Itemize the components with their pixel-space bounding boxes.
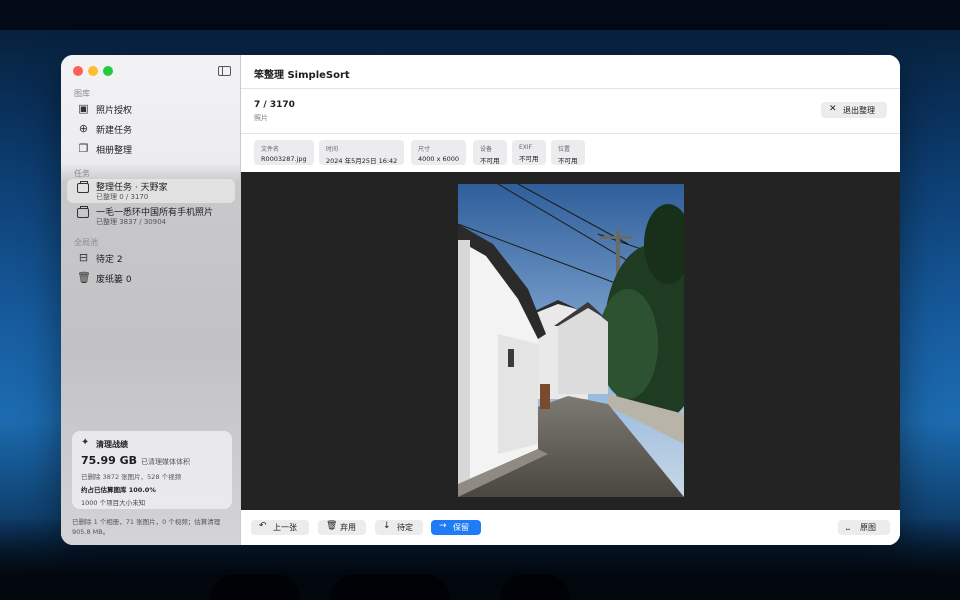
spacebar-icon: ⎵ (846, 521, 850, 531)
photo-counter-label: 照片 (254, 114, 268, 122)
meta-chip-location: 位置 不可用 (551, 140, 585, 165)
task-box-icon (77, 206, 89, 218)
sidebar-toggle-icon[interactable] (218, 66, 231, 76)
sidebar-item-label: 废纸篓 0 (96, 275, 132, 285)
keep-label: 保留 (453, 523, 469, 532)
cleanup-stats-card: ✦ 清理战绩 75.99 GB 已清理媒体体积 已删除 3872 张图片、528… (72, 431, 232, 509)
stats-amount: 75.99 GB (81, 454, 138, 467)
sidebar-item-label: 新建任务 (96, 126, 133, 136)
down-arrow-icon: ↓ (383, 521, 391, 531)
stats-unknown: 1000 个项目大小未知 (81, 499, 146, 507)
pending-label: 待定 (397, 523, 413, 532)
previous-button[interactable]: ↶ 上一张 (251, 520, 309, 535)
meta-chip-time: 时间 2024 年5月25日 16:42 (319, 140, 405, 165)
keep-button[interactable]: → 保留 (431, 520, 481, 535)
sidebar-item-trash[interactable]: 🗑 废纸篓 0 (67, 268, 235, 287)
exit-sort-label: 退出整理 (843, 106, 875, 115)
silhouette (330, 574, 450, 600)
sidebar-item-new-task[interactable]: ⊕ 新建任务 (67, 119, 235, 138)
sidebar-item-label: 相册整理 (96, 146, 133, 156)
meta-value: 4000 x 6000 (418, 155, 460, 163)
albums-icon: ❐ (78, 142, 89, 155)
right-arrow-icon: → (439, 521, 447, 531)
task-progress: 已整理 0 / 3170 (96, 193, 149, 201)
divider (241, 88, 900, 89)
stats-deleted: 已删除 3872 张图片、528 个视频 (81, 473, 182, 481)
photo-stack-icon: ▣ (78, 102, 89, 115)
sidebar-item-label: 待定 2 (96, 255, 123, 265)
meta-key: 设备 (480, 146, 493, 153)
section-label-tasks: 任务 (74, 169, 90, 178)
discard-label: 弃用 (340, 523, 356, 532)
sidebar-item-label: 照片授权 (96, 106, 133, 116)
task-progress: 已整理 3837 / 30904 (96, 218, 167, 226)
discard-button[interactable]: 🗑 弃用 (318, 520, 366, 535)
close-window-button[interactable] (73, 66, 83, 76)
meta-chip-exif: EXIF 不可用 (512, 140, 546, 165)
stats-title: 清理战绩 (96, 440, 128, 449)
meta-value: 不可用 (558, 157, 578, 165)
trash-icon: 🗑 (77, 271, 91, 284)
sidebar-item-photo-access[interactable]: ▣ 照片授权 (67, 99, 235, 118)
meta-value: 不可用 (480, 157, 500, 165)
section-label-library: 图库 (74, 89, 90, 98)
stats-share: 约占已估算图库 100.0% (81, 486, 156, 494)
pending-button[interactable]: ↓ 待定 (375, 520, 423, 535)
plus-circle-icon: ⊕ (78, 122, 89, 135)
exit-sort-button[interactable]: ✕ 退出整理 (821, 102, 887, 118)
sidebar-item-albums[interactable]: ❐ 相册整理 (67, 139, 235, 158)
meta-key: 位置 (558, 146, 571, 153)
trash-icon: 🗑 (326, 521, 338, 531)
main-panel: 笨整理 SimpleSort 7 / 3170 照片 ✕ 退出整理 文件名 R0… (241, 55, 900, 545)
action-bar: ↶ 上一张 🗑 弃用 ↓ 待定 → 保留 ⎵ 原图 (241, 510, 900, 545)
undo-arrow-icon: ↶ (259, 521, 267, 531)
app-title: 笨整理 SimpleSort (254, 70, 350, 81)
meta-key: 时间 (326, 146, 339, 153)
sparkle-icon: ✦ (81, 437, 90, 448)
photo-image (458, 184, 684, 497)
meta-chip-device: 设备 不可用 (473, 140, 507, 165)
meta-key: EXIF (519, 144, 533, 151)
meta-value: 2024 年5月25日 16:42 (326, 157, 398, 165)
desktop-background-top (0, 0, 960, 30)
meta-chip-filename: 文件名 R0003287.jpg (254, 140, 314, 165)
section-label-global: 全局池 (74, 238, 98, 247)
tray-icon: ⊟ (78, 251, 89, 264)
task-item-china-photos[interactable]: 一毛一悉环中国所有手机照片 已整理 3837 / 30904 (67, 204, 235, 228)
zoom-window-button[interactable] (103, 66, 113, 76)
app-window: 图库 ▣ 照片授权 ⊕ 新建任务 ❐ 相册整理 任务 整理任务 · 天野家 已整… (61, 55, 900, 545)
meta-value: R0003287.jpg (261, 155, 307, 163)
photo-viewer (241, 172, 900, 510)
meta-key: 文件名 (261, 146, 280, 153)
original-image-button[interactable]: ⎵ 原图 (838, 520, 890, 535)
sidebar: 图库 ▣ 照片授权 ⊕ 新建任务 ❐ 相册整理 任务 整理任务 · 天野家 已整… (61, 55, 241, 545)
close-icon: ✕ (829, 104, 837, 114)
meta-value: 不可用 (519, 155, 539, 163)
previous-label: 上一张 (273, 523, 297, 532)
meta-key: 尺寸 (418, 146, 431, 153)
meta-chip-size: 尺寸 4000 x 6000 (411, 140, 467, 165)
stats-amount-note: 已清理媒体体积 (141, 458, 190, 466)
photo-preview[interactable] (458, 184, 684, 497)
divider (241, 133, 900, 134)
minimize-window-button[interactable] (88, 66, 98, 76)
task-item-tianyejia[interactable]: 整理任务 · 天野家 已整理 0 / 3170 (67, 179, 235, 203)
cleanup-footer-note: 已删除 1 个相册，71 张图片，0 个视频；估算清理 905.8 MB。 (72, 518, 221, 536)
photo-counter: 7 / 3170 (254, 100, 295, 110)
task-box-icon (77, 181, 89, 193)
original-image-label: 原图 (860, 523, 876, 532)
sidebar-item-pending[interactable]: ⊟ 待定 2 (67, 248, 235, 267)
silhouette (210, 574, 300, 600)
